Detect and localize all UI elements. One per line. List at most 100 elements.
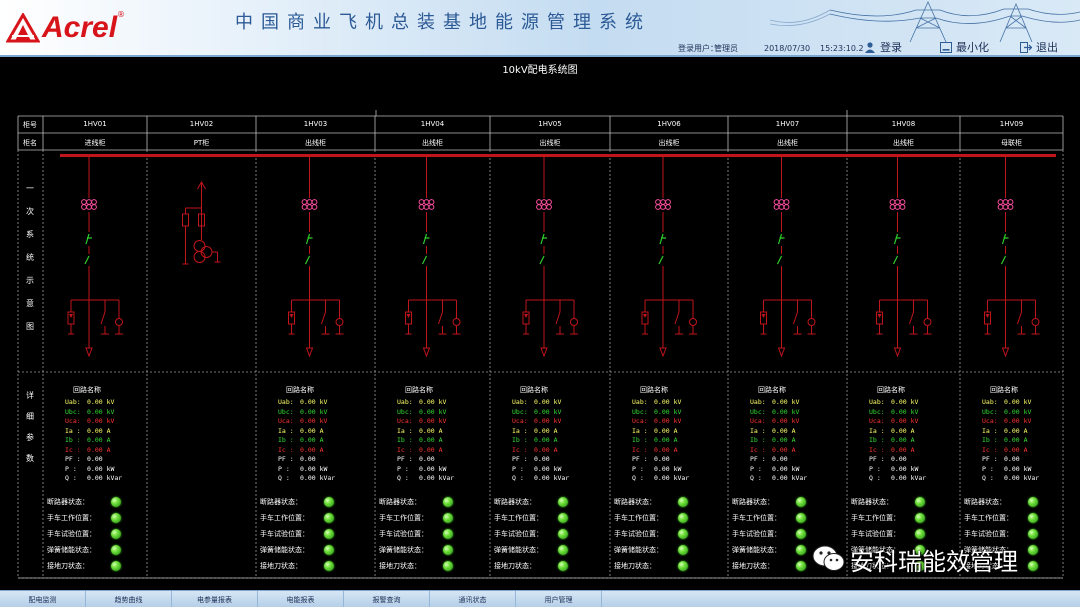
param-value: 0.00 A bbox=[419, 445, 443, 454]
circuit-name-label: 回路名称 bbox=[520, 386, 548, 394]
state-label: 接地刀状态： bbox=[260, 562, 302, 570]
circuit-name-label: 回路名称 bbox=[640, 386, 668, 394]
param-label: Uca: bbox=[869, 417, 885, 425]
state-label: 手车试验位置： bbox=[260, 530, 309, 538]
cabinet-name: 出线柜 bbox=[777, 139, 798, 147]
param-label: Uab: bbox=[750, 398, 766, 406]
param-label: Ia : bbox=[278, 426, 294, 435]
param-label: P : bbox=[397, 464, 409, 473]
param-value: 0.00 kV bbox=[654, 417, 682, 425]
param-label: Q : bbox=[512, 474, 524, 482]
param-label: Ia : bbox=[982, 426, 998, 435]
param-label: Q : bbox=[278, 474, 290, 482]
param-value: 0.00 bbox=[772, 455, 788, 463]
param-value: 0.00 kV bbox=[300, 407, 328, 416]
status-indicator-led bbox=[796, 545, 806, 555]
param-label: P : bbox=[632, 464, 644, 473]
param-label: Ubc: bbox=[397, 407, 413, 416]
tab-trend-curve[interactable]: 趋势曲线 bbox=[86, 591, 172, 607]
param-label: Ic : bbox=[632, 445, 648, 454]
status-indicator-led bbox=[1028, 497, 1038, 507]
param-label: PF : bbox=[982, 455, 998, 463]
param-value: 0.00 kW bbox=[534, 464, 562, 473]
param-value: 0.00 kV bbox=[534, 417, 562, 425]
state-label: 弹簧储能状态： bbox=[47, 546, 96, 554]
cabinet-code: 1HV05 bbox=[538, 120, 562, 128]
param-label: Q : bbox=[397, 474, 409, 482]
param-label: Ib : bbox=[397, 436, 413, 444]
status-indicator-led bbox=[678, 497, 688, 507]
circuit-name-label: 回路名称 bbox=[405, 386, 433, 394]
feeder-circuit bbox=[984, 157, 1040, 358]
earth-switch-icon bbox=[555, 311, 561, 325]
state-label: 断路器状态： bbox=[379, 498, 421, 506]
tab-param-report[interactable]: 电参量报表 bbox=[172, 591, 258, 607]
primary-label-char: 系 bbox=[26, 230, 34, 239]
param-label: Uca: bbox=[65, 417, 81, 425]
state-label: 断路器状态： bbox=[260, 498, 302, 506]
status-indicator-led bbox=[558, 497, 568, 507]
param-label: Uca: bbox=[278, 417, 294, 425]
param-value: 0.00 A bbox=[772, 426, 796, 435]
param-label: Uca: bbox=[512, 417, 528, 425]
state-label: 手车试验位置： bbox=[47, 530, 96, 538]
param-value: 0.00 bbox=[534, 455, 550, 463]
param-value: 0.00 A bbox=[534, 426, 558, 435]
ct-symbol bbox=[301, 199, 318, 210]
ct-symbol bbox=[773, 199, 790, 210]
tab-comm-status[interactable]: 通讯状态 bbox=[430, 591, 516, 607]
earth-switch-icon bbox=[321, 311, 326, 325]
feeder-arrow-icon bbox=[540, 347, 548, 358]
cabinet-code: 1HV06 bbox=[657, 120, 681, 128]
feeder-circuit bbox=[288, 157, 344, 358]
feeder-arrow-icon bbox=[305, 347, 314, 358]
wechat-watermark: 安科瑞能效管理 bbox=[812, 541, 1018, 577]
param-label: PF : bbox=[869, 455, 885, 463]
tab-alarm-query[interactable]: 报警查询 bbox=[344, 591, 430, 607]
state-label: 断路器状态： bbox=[614, 498, 656, 506]
param-value: 0.00 kV bbox=[300, 398, 328, 406]
ct-symbol bbox=[997, 199, 1014, 210]
param-value: 0.00 bbox=[654, 455, 670, 463]
feeder-circuit bbox=[876, 157, 932, 358]
feeder-circuit bbox=[760, 157, 816, 358]
tab-energy-report[interactable]: 电能报表 bbox=[258, 591, 344, 607]
param-value: 0.00 kVar bbox=[1004, 474, 1040, 482]
param-label: Ic : bbox=[750, 445, 766, 454]
param-label: Ib : bbox=[982, 436, 998, 444]
param-label: Uca: bbox=[632, 417, 648, 425]
param-value: 0.00 A bbox=[87, 426, 111, 435]
param-value: 0.00 bbox=[87, 455, 103, 463]
tab-label: 电参量报表 bbox=[197, 595, 232, 604]
breaker-switch bbox=[893, 233, 901, 245]
breaker-switch bbox=[85, 233, 92, 245]
param-value: 0.00 A bbox=[1004, 426, 1028, 435]
status-indicator-led bbox=[111, 497, 121, 507]
tab-label: 用户管理 bbox=[544, 595, 573, 604]
param-value: 0.00 A bbox=[891, 426, 915, 435]
state-label: 接地刀状态： bbox=[494, 562, 536, 570]
tab-user-management[interactable]: 用户管理 bbox=[516, 591, 602, 607]
ct-symbol bbox=[418, 199, 435, 210]
param-label: PF : bbox=[397, 455, 413, 463]
state-label: 弹簧储能状态： bbox=[260, 546, 309, 554]
status-indicator-led bbox=[1028, 561, 1038, 571]
tab-distribution-monitor[interactable]: 配电监测 bbox=[0, 591, 86, 607]
cabinet-code: 1HV08 bbox=[891, 120, 916, 128]
param-label: Uab: bbox=[869, 398, 885, 406]
state-label: 接地刀状态： bbox=[732, 562, 774, 570]
param-label: Uab: bbox=[278, 398, 294, 406]
status-indicator-led bbox=[1028, 513, 1038, 523]
wechat-icon bbox=[812, 545, 845, 571]
sensor-icon bbox=[807, 318, 816, 326]
disconnect-switch bbox=[776, 255, 783, 265]
state-label: 手车工作位置： bbox=[47, 514, 96, 522]
param-value: 0.00 kV bbox=[772, 398, 800, 406]
status-indicator-led bbox=[1028, 545, 1038, 555]
param-label: Uca: bbox=[397, 417, 413, 425]
param-label: Ic : bbox=[512, 445, 528, 454]
state-label: 手车工作位置： bbox=[732, 514, 781, 522]
status-indicator-led bbox=[324, 529, 334, 539]
circuit-name-label: 回路名称 bbox=[877, 386, 905, 394]
param-value: 0.00 kV bbox=[300, 417, 328, 425]
